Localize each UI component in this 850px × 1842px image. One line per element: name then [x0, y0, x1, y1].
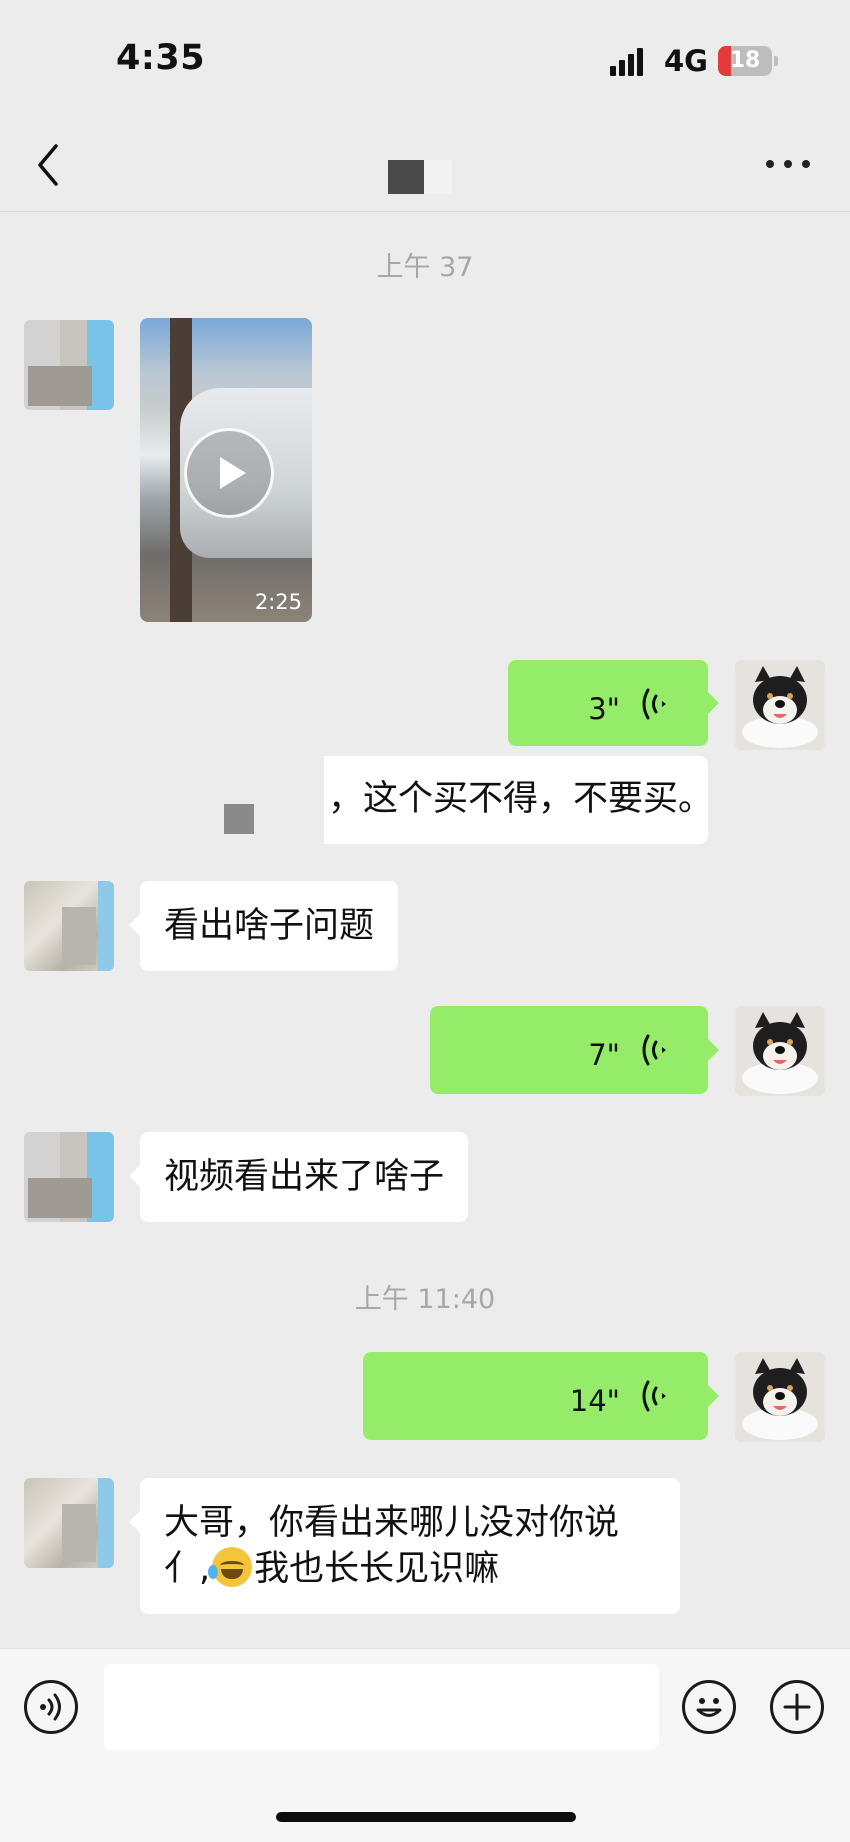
bubble-tail	[708, 692, 719, 714]
bubble-tail	[129, 1511, 140, 1533]
voice-message[interactable]: 7"	[430, 1006, 708, 1094]
chevron-left-icon[interactable]	[30, 140, 70, 190]
contact-avatar[interactable]	[24, 881, 114, 971]
voice-wave-icon	[642, 688, 666, 720]
voice-message[interactable]: 3"	[508, 660, 708, 746]
voice-message[interactable]: 14"	[363, 1352, 708, 1440]
voice-wave-icon	[642, 1380, 666, 1412]
contact-name-redacted	[388, 160, 424, 194]
nav-divider	[0, 211, 850, 212]
contact-name-redacted-2	[424, 160, 452, 194]
timestamp: 上午 37	[376, 252, 474, 283]
timestamp: 上午 11:40	[354, 1284, 496, 1315]
battery-level: 18	[729, 48, 761, 73]
battery-cap	[774, 56, 778, 66]
crying-laughing-emoji-icon	[208, 1547, 253, 1587]
video-message[interactable]: 2:25	[140, 318, 312, 622]
emoji-icon[interactable]	[682, 1680, 736, 1734]
my-avatar[interactable]	[735, 1006, 825, 1096]
bubble-tail	[129, 1165, 140, 1187]
text-message[interactable]: 大哥，你看出来哪儿没对你说 亻, 我也长长见识嘛	[140, 1478, 680, 1614]
contact-avatar[interactable]	[24, 1132, 114, 1222]
redacted-block	[224, 804, 254, 834]
voice-input-icon[interactable]	[24, 1680, 78, 1734]
my-avatar[interactable]	[735, 660, 825, 750]
signal-icon	[610, 46, 646, 76]
message-input[interactable]	[104, 1664, 659, 1750]
text-message[interactable]: 视频看出来了啥子	[140, 1132, 469, 1222]
battery-icon: 18	[718, 46, 772, 76]
home-indicator[interactable]	[276, 1812, 576, 1822]
voice-duration: 7"	[588, 1038, 620, 1072]
status-time: 4:35	[116, 38, 206, 78]
contact-avatar[interactable]	[24, 1478, 114, 1568]
voice-duration: 14"	[569, 1384, 620, 1418]
message-line: 亻, 我也长长见识嘛	[164, 1546, 656, 1592]
voice-duration: 3"	[588, 692, 620, 726]
my-avatar[interactable]	[735, 1352, 825, 1442]
message-text: 亻,	[164, 1549, 211, 1589]
voice-wave-icon	[642, 1034, 666, 1066]
add-plus-icon[interactable]	[770, 1680, 824, 1734]
video-duration: 2:25	[254, 590, 302, 614]
bubble-tail	[708, 1385, 719, 1407]
redacted-block	[188, 756, 324, 844]
message-text: ，这个买不得，不要买。	[328, 779, 714, 819]
more-dots-icon[interactable]	[766, 158, 812, 172]
contact-avatar[interactable]	[24, 320, 114, 410]
bubble-tail	[129, 914, 140, 936]
message-text: 我也长长见识嘛	[254, 1549, 500, 1589]
message-line: 大哥，你看出来哪儿没对你说	[164, 1503, 620, 1543]
text-message[interactable]: ，这个买不得，不要买。	[188, 756, 713, 844]
text-message[interactable]: 看出啥子问题	[140, 881, 399, 971]
play-icon[interactable]	[184, 428, 274, 518]
network-label: 4G	[664, 44, 708, 78]
bubble-tail	[708, 1039, 719, 1061]
